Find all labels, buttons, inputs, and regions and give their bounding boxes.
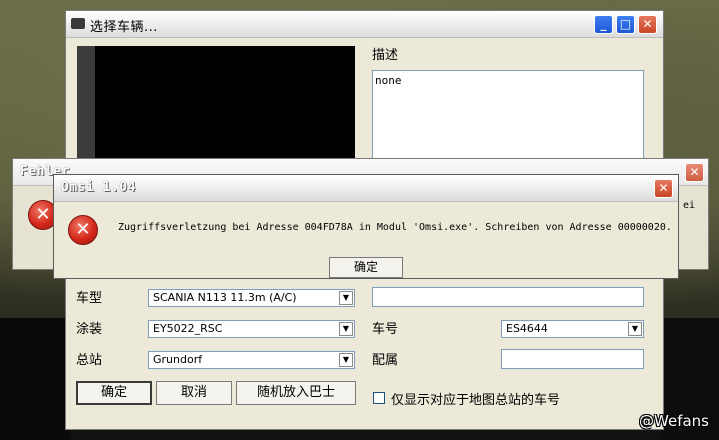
maximize-icon[interactable]: □: [616, 15, 635, 34]
type-extra-field[interactable]: [372, 287, 644, 307]
close-icon[interactable]: ✕: [685, 163, 704, 182]
filter-checkbox[interactable]: [373, 392, 385, 404]
fehler-message-fragment: ei: [683, 200, 696, 211]
livery-label: 涂装: [76, 322, 103, 337]
depot-select[interactable]: Grundorf ▼: [148, 351, 355, 369]
error-title-bar[interactable]: Omsi 1.04 ✕: [54, 175, 678, 202]
livery-select[interactable]: EY5022_RSC ▼: [148, 320, 355, 338]
error-icon: ✕: [68, 215, 98, 245]
chevron-down-icon[interactable]: ▼: [339, 322, 353, 336]
livery-value: EY5022_RSC: [153, 322, 223, 335]
number-value: ES4644: [506, 322, 548, 335]
description-label: 描述: [372, 48, 399, 63]
minimize-icon[interactable]: _: [594, 15, 613, 34]
filter-checkbox-label: 仅显示对应于地图总站的车号: [391, 393, 561, 408]
type-value: SCANIA N113 11.3m (A/C): [153, 291, 297, 304]
assign-field[interactable]: [501, 349, 644, 369]
number-select[interactable]: ES4644 ▼: [501, 320, 644, 338]
random-bus-button[interactable]: 随机放入巴士: [236, 381, 356, 405]
omsi-error-dialog: Omsi 1.04 ✕ ✕ Zugriffsverletzung bei Adr…: [53, 174, 679, 279]
close-icon[interactable]: ✕: [654, 179, 673, 198]
title-bar[interactable]: 选择车辆... _ □ ✕: [66, 11, 663, 38]
chevron-down-icon[interactable]: ▼: [339, 291, 353, 305]
number-label: 车号: [372, 322, 399, 337]
depot-value: Grundorf: [153, 353, 203, 366]
depot-label: 总站: [76, 353, 103, 368]
window-title: 选择车辆...: [90, 20, 158, 35]
assign-label: 配属: [372, 353, 399, 368]
error-message: Zugriffsverletzung bei Adresse 004FD78A …: [118, 222, 672, 233]
error-ok-button[interactable]: 确定: [329, 257, 403, 278]
bus-icon: [71, 18, 85, 29]
type-select[interactable]: SCANIA N113 11.3m (A/C) ▼: [148, 289, 355, 307]
type-label: 车型: [76, 291, 103, 306]
cancel-button[interactable]: 取消: [156, 381, 232, 405]
chevron-down-icon[interactable]: ▼: [628, 322, 642, 336]
error-title: Omsi 1.04: [61, 180, 136, 195]
ok-button[interactable]: 确定: [76, 381, 152, 405]
watermark: @Wefans: [639, 412, 709, 430]
chevron-down-icon[interactable]: ▼: [339, 353, 353, 367]
description-textarea[interactable]: none: [372, 70, 644, 160]
close-icon[interactable]: ✕: [638, 15, 657, 34]
background-dark-area: [0, 318, 70, 440]
